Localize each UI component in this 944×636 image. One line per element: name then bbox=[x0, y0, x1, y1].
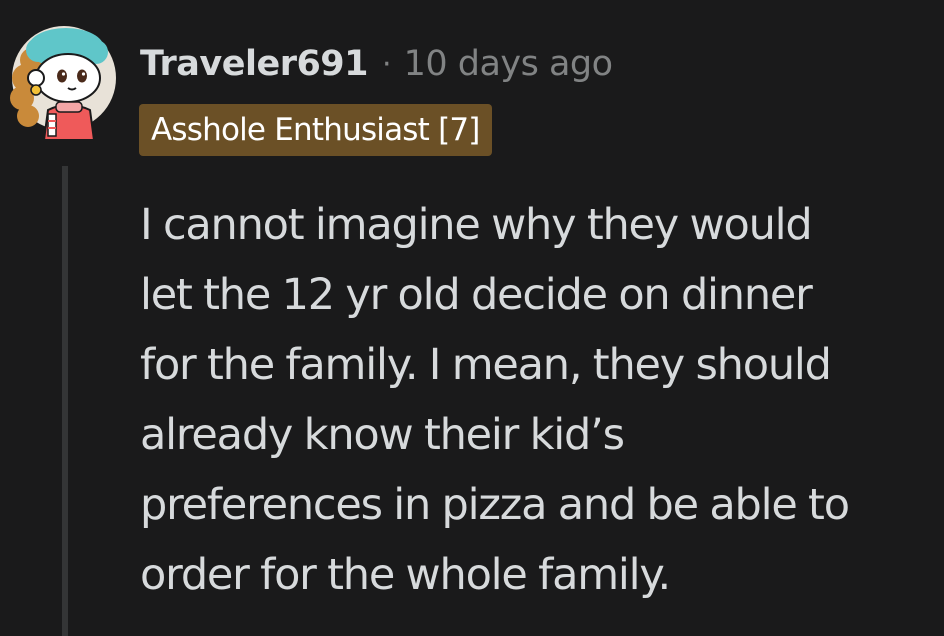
user-flair-text: Asshole Enthusiast [7] bbox=[151, 112, 480, 148]
comment-body-line: already know their kid’s bbox=[140, 410, 625, 460]
comment-body: I cannot imagine why they would let the … bbox=[140, 190, 930, 610]
comment-timestamp[interactable]: 10 days ago bbox=[404, 44, 613, 84]
separator-dot: · bbox=[382, 46, 392, 82]
comment-body-line: I cannot imagine why they would bbox=[140, 200, 813, 250]
comment-body-line: let the 12 yr old decide on dinner bbox=[140, 270, 813, 320]
user-flair: Asshole Enthusiast [7] bbox=[139, 104, 492, 156]
comment-header: Traveler691 · 10 days ago bbox=[140, 38, 613, 90]
comment: Traveler691 · 10 days ago Asshole Enthus… bbox=[0, 0, 944, 636]
comment-body-line: for the family. I mean, they should bbox=[140, 340, 832, 390]
comment-body-line: order for the whole family. bbox=[140, 550, 671, 600]
author-username[interactable]: Traveler691 bbox=[140, 44, 369, 84]
comment-body-line: preferences in pizza and be able to bbox=[140, 480, 850, 530]
thread-collapse-line[interactable] bbox=[62, 166, 68, 636]
user-avatar-icon[interactable] bbox=[8, 18, 120, 140]
